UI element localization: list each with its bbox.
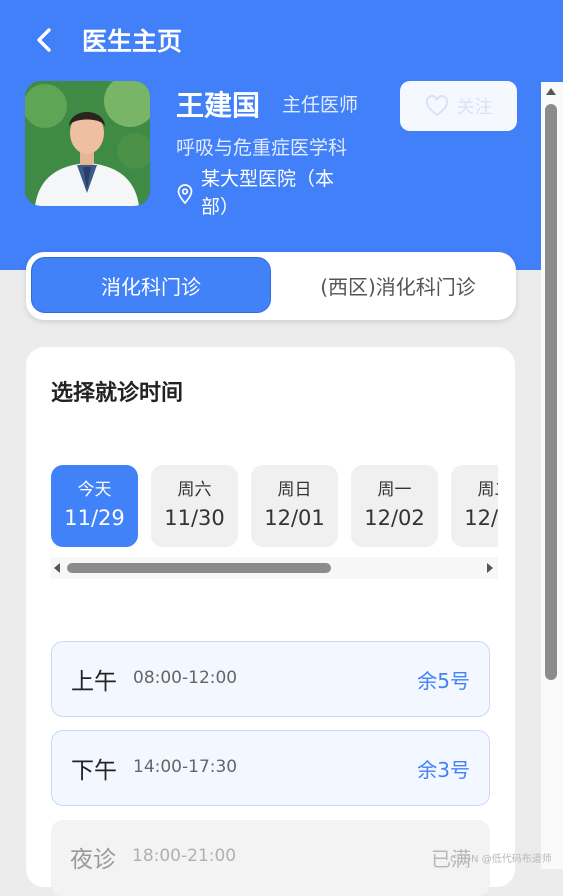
horizontal-scrollbar-thumb[interactable] [67, 563, 331, 573]
date-day: 12/01 [264, 506, 325, 530]
schedule-title: 选择就诊时间 [51, 381, 184, 406]
heart-outline-icon [425, 95, 448, 117]
tab-digestive-clinic[interactable]: 消化科门诊 [31, 257, 271, 313]
follow-label: 关注 [456, 97, 493, 118]
date-day: 12/03 [464, 506, 498, 530]
doctor-department: 呼吸与危重症医学科 [176, 137, 348, 159]
slot-remaining: 余5号 [417, 669, 470, 693]
slot-remaining: 余3号 [417, 758, 470, 782]
watermark: CSDN @低代码布道师 [450, 854, 552, 865]
date-week: 周六 [177, 480, 212, 500]
page-title: 医生主页 [82, 27, 183, 56]
schedule-card: 选择就诊时间 今天 11/29 周六 11/30 周日 12/01 周一 12/… [26, 347, 515, 896]
time-slot-afternoon[interactable]: 下午 14:00-17:30 余3号 [51, 730, 490, 806]
clinic-tab-bar: 消化科门诊 (西区)消化科门诊 [26, 252, 516, 320]
date-horizontal-scrollbar[interactable] [51, 557, 498, 579]
date-day: 11/30 [164, 506, 225, 530]
date-week: 周日 [277, 480, 312, 500]
date-week: 今天 [77, 480, 112, 500]
follow-button[interactable]: 关注 [400, 81, 517, 131]
slot-time: 18:00-21:00 [132, 846, 237, 866]
doctor-hospital: 某大型医院（本部） [201, 168, 335, 218]
date-chip-sat[interactable]: 周六 11/30 [151, 465, 238, 547]
date-week: 周一 [377, 480, 412, 500]
date-week: 周二 [477, 480, 499, 500]
slot-time: 14:00-17:30 [133, 757, 238, 777]
tab-west-digestive-clinic[interactable]: (西区)消化科门诊 [284, 257, 512, 313]
date-chip-today[interactable]: 今天 11/29 [51, 465, 138, 547]
vertical-scrollbar-thumb[interactable] [545, 104, 557, 680]
slot-period: 上午 [71, 669, 117, 695]
doctor-title: 主任医师 [282, 94, 359, 116]
date-day: 12/02 [364, 506, 425, 530]
slot-time: 08:00-12:00 [133, 668, 238, 688]
chevron-left-icon[interactable] [30, 26, 58, 54]
doctor-name: 王建国 [176, 89, 261, 122]
scroll-up-arrow-icon[interactable] [545, 86, 557, 96]
date-selector: 今天 11/29 周六 11/30 周日 12/01 周一 12/02 周二 1… [51, 465, 498, 547]
scroll-right-arrow-icon[interactable] [486, 563, 494, 573]
scroll-left-arrow-icon[interactable] [53, 563, 61, 573]
date-chip-mon[interactable]: 周一 12/02 [351, 465, 438, 547]
doctor-avatar [25, 81, 150, 206]
location-pin-icon [177, 184, 193, 204]
date-day: 11/29 [64, 506, 125, 530]
date-chip-tue[interactable]: 周二 12/03 [451, 465, 498, 547]
slot-period: 下午 [71, 758, 117, 784]
date-chip-sun[interactable]: 周日 12/01 [251, 465, 338, 547]
time-slot-evening: 夜诊 18:00-21:00 已满 [51, 820, 490, 896]
time-slot-morning[interactable]: 上午 08:00-12:00 余5号 [51, 641, 490, 717]
